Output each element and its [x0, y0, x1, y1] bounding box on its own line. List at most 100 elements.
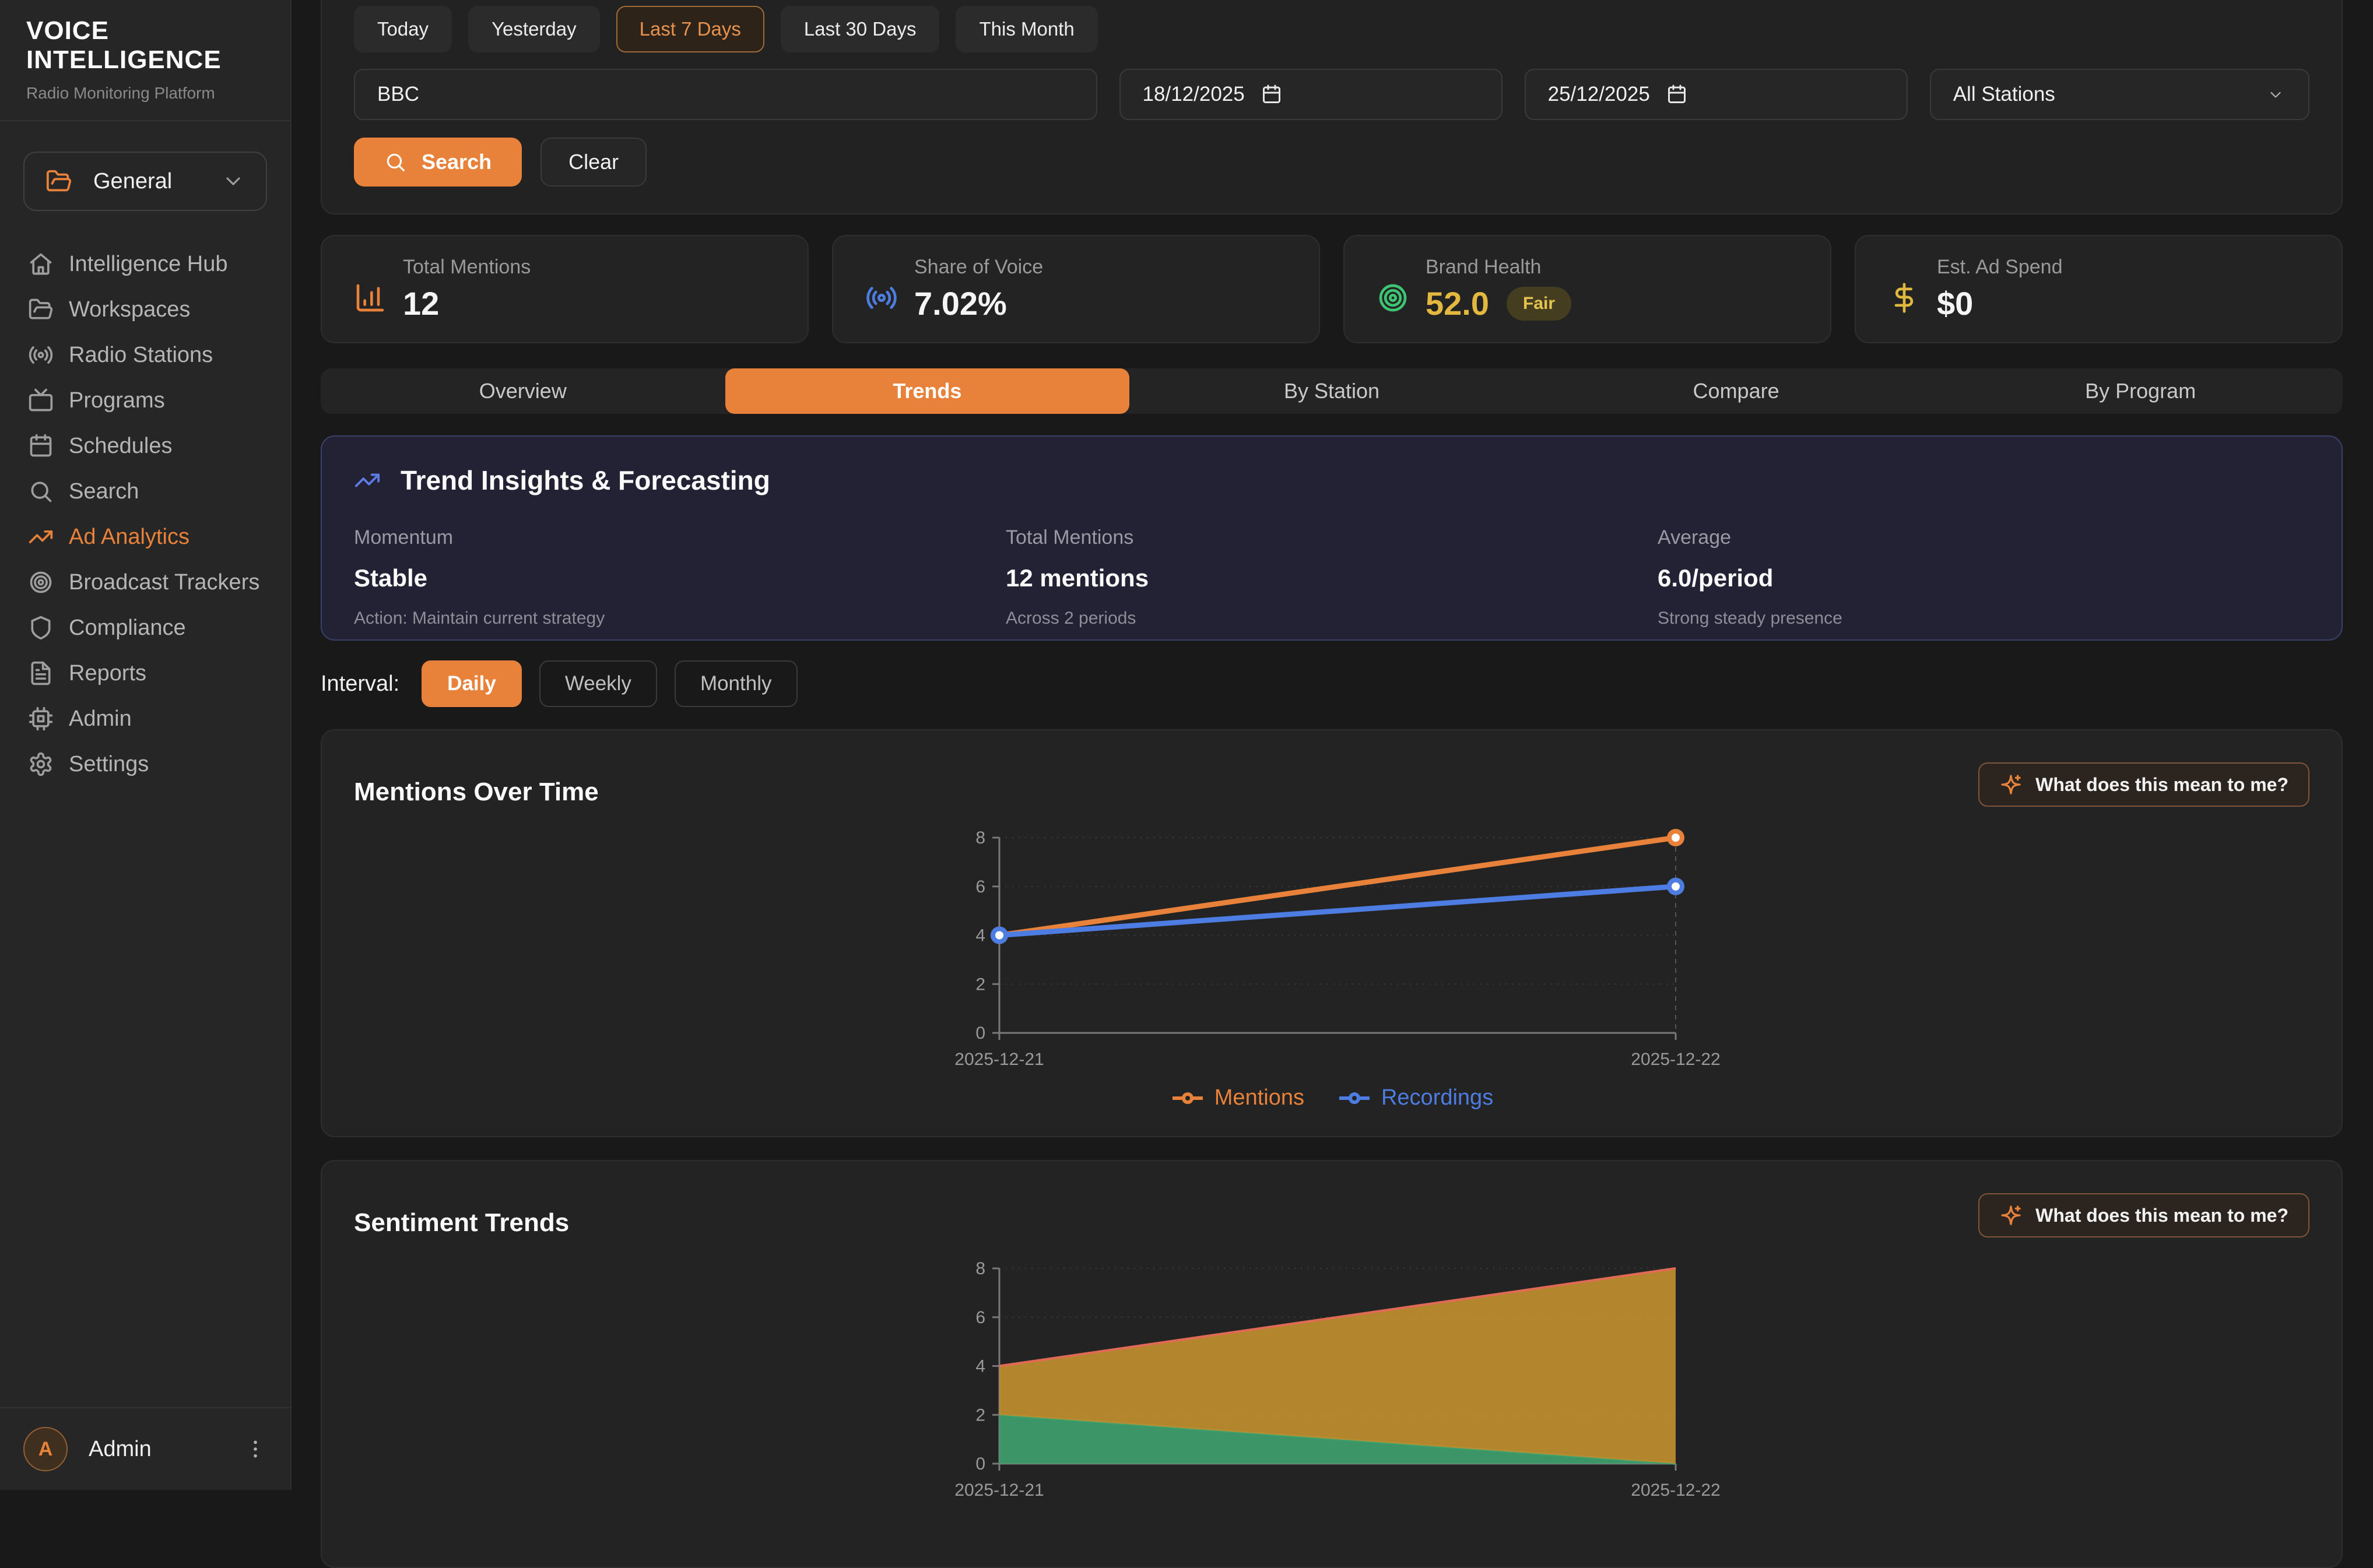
preset-last-30-days-button[interactable]: Last 30 Days [781, 6, 940, 52]
calendar-icon [28, 433, 54, 459]
sidebar-item-ad-analytics[interactable]: Ad Analytics [0, 514, 290, 560]
sidebar-header: VOICE INTELLIGENCE Radio Monitoring Plat… [0, 0, 290, 121]
tab-by-station[interactable]: By Station [1129, 368, 1534, 414]
sidebar-item-search[interactable]: Search [0, 469, 290, 514]
chevron-down-icon [2265, 84, 2286, 105]
stat-value: $0 [1937, 284, 1973, 322]
tv-icon [28, 388, 54, 413]
sidebar-item-label: Compliance [69, 616, 186, 641]
keyword-search-input[interactable]: BBC [354, 69, 1097, 120]
filter-actions-row: Search Clear [354, 138, 2309, 187]
ai-explain-label: What does this mean to me? [2035, 774, 2288, 796]
sidebar-nav: Intelligence Hub Workspaces Radio Statio… [0, 241, 290, 787]
shield-icon [28, 615, 54, 641]
avatar: A [23, 1427, 68, 1471]
more-options-icon[interactable] [244, 1437, 267, 1461]
stat-card-share-of-voice: Share of Voice 7.02% [832, 235, 1320, 343]
workspace-label: General [93, 169, 222, 194]
sparkles-icon [1999, 1204, 2023, 1227]
main-content: Today Yesterday Last 7 Days Last 30 Days… [292, 0, 2373, 1490]
tab-trends[interactable]: Trends [725, 368, 1130, 414]
preset-this-month-button[interactable]: This Month [956, 6, 1097, 52]
user-menu[interactable]: A Admin [0, 1407, 290, 1490]
sidebar-item-label: Reports [69, 661, 146, 686]
insight-value: Stable [354, 564, 1006, 592]
date-from-value: 18/12/2025 [1143, 83, 1245, 106]
insight-total-mentions: Total Mentions 12 mentions Across 2 peri… [1006, 526, 1658, 628]
sidebar-item-label: Ad Analytics [69, 525, 189, 550]
folder-open-icon [45, 168, 72, 195]
sidebar-item-label: Schedules [69, 434, 172, 459]
tab-compare[interactable]: Compare [1534, 368, 1939, 414]
sidebar-item-radio-stations[interactable]: Radio Stations [0, 332, 290, 378]
svg-text:6: 6 [975, 1308, 985, 1327]
interval-monthly-button[interactable]: Monthly [675, 660, 798, 707]
sidebar-item-label: Programs [69, 388, 165, 413]
station-select[interactable]: All Stations [1930, 69, 2309, 120]
status-badge: Fair [1507, 287, 1571, 321]
date-to-value: 25/12/2025 [1548, 83, 1650, 106]
sidebar-item-reports[interactable]: Reports [0, 651, 290, 696]
sidebar-item-settings[interactable]: Settings [0, 741, 290, 787]
folder-open-icon [28, 297, 54, 322]
sidebar-item-label: Settings [69, 752, 149, 777]
insights-title: Trend Insights & Forecasting [401, 465, 770, 496]
user-name: Admin [89, 1437, 244, 1462]
filter-panel: Today Yesterday Last 7 Days Last 30 Days… [321, 0, 2343, 215]
interval-daily-button[interactable]: Daily [422, 660, 522, 707]
ai-explain-button[interactable]: What does this mean to me? [1978, 1193, 2309, 1237]
tab-by-program[interactable]: By Program [1938, 368, 2343, 414]
interval-weekly-button[interactable]: Weekly [539, 660, 657, 707]
radio-waves-icon [28, 342, 54, 368]
date-from-input[interactable]: 18/12/2025 [1119, 69, 1503, 120]
sentiment-area-chart: 024682025-12-212025-12-22 [929, 1254, 1734, 1510]
preset-today-button[interactable]: Today [354, 6, 452, 52]
radio-waves-icon [865, 282, 898, 314]
workspace-selector[interactable]: General [23, 152, 267, 211]
stat-value: 52.0 [1426, 284, 1489, 322]
sidebar-item-programs[interactable]: Programs [0, 378, 290, 423]
stat-label: Total Mentions [403, 256, 531, 279]
sidebar-item-workspaces[interactable]: Workspaces [0, 287, 290, 332]
search-button-label: Search [422, 150, 492, 174]
sidebar-item-intelligence-hub[interactable]: Intelligence Hub [0, 241, 290, 287]
line-marker-icon [1337, 1091, 1372, 1106]
mentions-over-time-card: Mentions Over Time What does this mean t… [321, 729, 2343, 1137]
stat-label: Share of Voice [914, 256, 1043, 279]
insight-label: Momentum [354, 526, 1006, 549]
ai-explain-button[interactable]: What does this mean to me? [1978, 762, 2309, 807]
chart-title: Sentiment Trends [354, 1208, 569, 1237]
sidebar-item-compliance[interactable]: Compliance [0, 605, 290, 651]
svg-text:8: 8 [975, 1259, 985, 1278]
calendar-icon[interactable] [1666, 84, 1687, 105]
tab-overview[interactable]: Overview [321, 368, 725, 414]
sidebar-item-label: Workspaces [69, 297, 190, 322]
sidebar-item-admin[interactable]: Admin [0, 696, 290, 741]
svg-text:6: 6 [975, 877, 985, 896]
svg-text:2025-12-21: 2025-12-21 [954, 1481, 1044, 1500]
sidebar-item-broadcast-trackers[interactable]: Broadcast Trackers [0, 560, 290, 605]
legend-label: Mentions [1214, 1085, 1304, 1110]
search-button[interactable]: Search [354, 138, 522, 187]
insight-note: Action: Maintain current strategy [354, 609, 1006, 628]
gear-icon [28, 751, 54, 777]
home-icon [28, 251, 54, 277]
stat-value: 12 [403, 284, 439, 322]
filter-fields-row: BBC 18/12/2025 25/12/2025 All Stations [354, 69, 2309, 120]
clear-button[interactable]: Clear [540, 138, 647, 187]
legend-item-mentions[interactable]: Mentions [1170, 1085, 1304, 1110]
svg-text:2025-12-22: 2025-12-22 [1631, 1050, 1720, 1069]
trending-up-icon [354, 467, 381, 494]
dollar-icon [1888, 282, 1921, 314]
app-subtitle: Radio Monitoring Platform [26, 84, 264, 103]
search-icon [384, 151, 406, 173]
sidebar-item-schedules[interactable]: Schedules [0, 423, 290, 469]
file-text-icon [28, 660, 54, 686]
calendar-icon[interactable] [1261, 84, 1282, 105]
legend-item-recordings[interactable]: Recordings [1337, 1085, 1493, 1110]
date-preset-row: Today Yesterday Last 7 Days Last 30 Days… [354, 6, 2309, 52]
preset-last-7-days-button[interactable]: Last 7 Days [616, 6, 764, 52]
preset-yesterday-button[interactable]: Yesterday [468, 6, 600, 52]
date-to-input[interactable]: 25/12/2025 [1525, 69, 1908, 120]
sentiment-trends-card: Sentiment Trends What does this mean to … [321, 1160, 2343, 1568]
